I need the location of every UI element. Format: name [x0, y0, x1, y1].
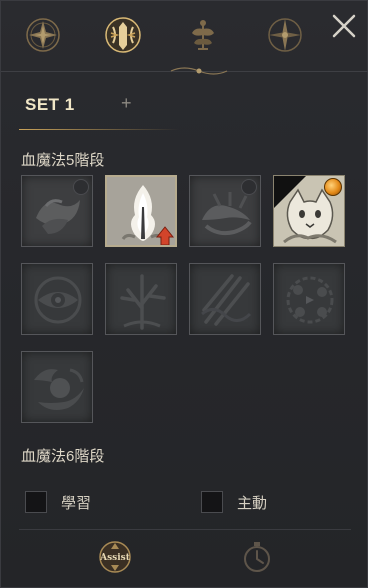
skill-slot-cat-spirit[interactable] [273, 175, 345, 247]
skill-slot-blood-flame-sword[interactable] [105, 175, 177, 247]
bottom-divider [19, 529, 351, 530]
compass-star-icon [26, 18, 60, 52]
skill-slot-blood-wave[interactable] [21, 175, 93, 247]
ornament-tree-icon [192, 20, 214, 50]
crest-emblem-icon [105, 17, 141, 53]
orb-indicator [324, 178, 342, 196]
blood-eye-icon [34, 276, 82, 324]
add-set-button[interactable]: + [121, 93, 132, 114]
tab-crest-emblem[interactable] [101, 13, 145, 57]
compass-rose-icon [268, 18, 302, 52]
set-selector[interactable]: SET 1 [25, 95, 75, 115]
assist-badge-icon: Assist [99, 541, 131, 573]
blood-tree-icon [120, 274, 166, 330]
assist-label: Assist [99, 553, 131, 563]
lock-indicator [73, 179, 89, 195]
section-title-stage-5: 血魔法5階段 [21, 152, 105, 169]
close-icon [332, 14, 356, 38]
skill-slot-blood-orb[interactable] [21, 351, 93, 423]
tab-ornament-tree[interactable] [181, 13, 225, 57]
tab-bar [1, 1, 368, 75]
active-toggle[interactable]: 主動 [201, 491, 267, 513]
level-up-arrow-icon [155, 226, 175, 245]
skill-slot-blood-eye[interactable] [21, 263, 93, 335]
assist-button[interactable]: Assist [91, 537, 139, 577]
tab-compass-star[interactable] [21, 13, 65, 57]
learn-label: 學習 [61, 494, 92, 512]
active-checkbox[interactable] [201, 491, 223, 513]
set-divider [19, 129, 179, 130]
tab-compass-rose[interactable] [263, 13, 307, 57]
learn-toggle[interactable]: 學習 [25, 491, 91, 513]
skill-slot-blood-claws[interactable] [189, 175, 261, 247]
skill-slot-blood-tree[interactable] [105, 263, 177, 335]
stopwatch-icon [244, 542, 270, 572]
skill-slot-blood-roses[interactable] [273, 263, 345, 335]
blood-orb-icon [34, 368, 84, 410]
blood-spears-icon [201, 274, 252, 326]
skill-slot-blood-spears[interactable] [189, 263, 261, 335]
timer-button[interactable] [237, 537, 277, 577]
skill-panel: SET 1 + 血魔法5階段 血魔法6階段 學習 主動 Assist [0, 0, 368, 588]
lock-indicator [241, 179, 257, 195]
blood-roses-icon [286, 276, 334, 324]
learn-checkbox[interactable] [25, 491, 47, 513]
corner-marker [274, 176, 306, 208]
section-title-stage-6: 血魔法6階段 [21, 448, 105, 465]
active-label: 主動 [237, 494, 268, 512]
close-button[interactable] [329, 11, 359, 41]
tab-ornament-icon [170, 67, 228, 75]
